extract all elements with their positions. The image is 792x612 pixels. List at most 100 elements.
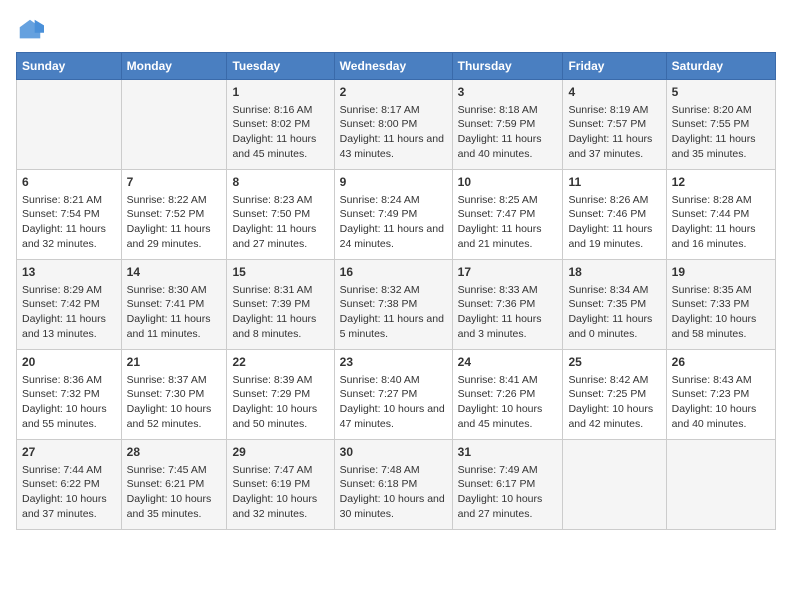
calendar-cell	[563, 440, 666, 530]
day-info: Sunrise: 8:35 AM Sunset: 7:33 PM Dayligh…	[672, 283, 770, 342]
day-info: Sunrise: 7:47 AM Sunset: 6:19 PM Dayligh…	[232, 463, 328, 522]
day-info: Sunrise: 8:39 AM Sunset: 7:29 PM Dayligh…	[232, 373, 328, 432]
day-info: Sunrise: 8:37 AM Sunset: 7:30 PM Dayligh…	[127, 373, 222, 432]
header-cell-sunday: Sunday	[17, 53, 122, 80]
day-info: Sunrise: 7:44 AM Sunset: 6:22 PM Dayligh…	[22, 463, 116, 522]
day-info: Sunrise: 8:22 AM Sunset: 7:52 PM Dayligh…	[127, 193, 222, 252]
calendar-cell: 22 Sunrise: 8:39 AM Sunset: 7:29 PM Dayli…	[227, 350, 334, 440]
calendar-cell: 14 Sunrise: 8:30 AM Sunset: 7:41 PM Dayli…	[121, 260, 227, 350]
calendar-header: SundayMondayTuesdayWednesdayThursdayFrid…	[17, 53, 776, 80]
calendar-cell: 29 Sunrise: 7:47 AM Sunset: 6:19 PM Dayli…	[227, 440, 334, 530]
day-info: Sunrise: 8:40 AM Sunset: 7:27 PM Dayligh…	[340, 373, 447, 432]
header-cell-wednesday: Wednesday	[334, 53, 452, 80]
day-info: Sunrise: 7:48 AM Sunset: 6:18 PM Dayligh…	[340, 463, 447, 522]
day-info: Sunrise: 8:16 AM Sunset: 8:02 PM Dayligh…	[232, 103, 328, 162]
calendar-cell: 10Sunrise: 8:25 AM Sunset: 7:47 PM Dayli…	[452, 170, 563, 260]
day-number: 30	[340, 444, 447, 461]
day-number: 14	[127, 264, 222, 281]
day-number: 22	[232, 354, 328, 371]
calendar-cell: 17 Sunrise: 8:33 AM Sunset: 7:36 PM Dayli…	[452, 260, 563, 350]
calendar-cell: 7 Sunrise: 8:22 AM Sunset: 7:52 PM Daylig…	[121, 170, 227, 260]
day-number: 8	[232, 174, 328, 191]
calendar-cell: 21 Sunrise: 8:37 AM Sunset: 7:30 PM Dayli…	[121, 350, 227, 440]
calendar-body: 1Sunrise: 8:16 AM Sunset: 8:02 PM Daylig…	[17, 80, 776, 530]
calendar-row-4: 27 Sunrise: 7:44 AM Sunset: 6:22 PM Dayli…	[17, 440, 776, 530]
day-number: 26	[672, 354, 770, 371]
day-number: 12	[672, 174, 770, 191]
day-info: Sunrise: 8:26 AM Sunset: 7:46 PM Dayligh…	[568, 193, 660, 252]
calendar-cell: 31Sunrise: 7:49 AM Sunset: 6:17 PM Dayli…	[452, 440, 563, 530]
day-info: Sunrise: 8:28 AM Sunset: 7:44 PM Dayligh…	[672, 193, 770, 252]
day-info: Sunrise: 8:41 AM Sunset: 7:26 PM Dayligh…	[458, 373, 558, 432]
day-info: Sunrise: 7:45 AM Sunset: 6:21 PM Dayligh…	[127, 463, 222, 522]
day-info: Sunrise: 8:30 AM Sunset: 7:41 PM Dayligh…	[127, 283, 222, 342]
day-info: Sunrise: 8:24 AM Sunset: 7:49 PM Dayligh…	[340, 193, 447, 252]
day-info: Sunrise: 8:29 AM Sunset: 7:42 PM Dayligh…	[22, 283, 116, 342]
day-info: Sunrise: 8:33 AM Sunset: 7:36 PM Dayligh…	[458, 283, 558, 342]
calendar-cell: 4 Sunrise: 8:19 AM Sunset: 7:57 PM Daylig…	[563, 80, 666, 170]
header-cell-friday: Friday	[563, 53, 666, 80]
day-number: 27	[22, 444, 116, 461]
header-row: SundayMondayTuesdayWednesdayThursdayFrid…	[17, 53, 776, 80]
day-number: 29	[232, 444, 328, 461]
calendar-cell: 12 Sunrise: 8:28 AM Sunset: 7:44 PM Dayli…	[666, 170, 775, 260]
calendar-row-3: 20 Sunrise: 8:36 AM Sunset: 7:32 PM Dayli…	[17, 350, 776, 440]
day-number: 3	[458, 84, 558, 101]
day-info: Sunrise: 8:34 AM Sunset: 7:35 PM Dayligh…	[568, 283, 660, 342]
day-info: Sunrise: 8:32 AM Sunset: 7:38 PM Dayligh…	[340, 283, 447, 342]
calendar-cell: 19Sunrise: 8:35 AM Sunset: 7:33 PM Dayli…	[666, 260, 775, 350]
day-number: 2	[340, 84, 447, 101]
day-number: 13	[22, 264, 116, 281]
calendar-cell: 30 Sunrise: 7:48 AM Sunset: 6:18 PM Dayli…	[334, 440, 452, 530]
calendar-cell: 18 Sunrise: 8:34 AM Sunset: 7:35 PM Dayli…	[563, 260, 666, 350]
day-number: 24	[458, 354, 558, 371]
calendar-cell: 20 Sunrise: 8:36 AM Sunset: 7:32 PM Dayli…	[17, 350, 122, 440]
day-number: 15	[232, 264, 328, 281]
calendar-cell: 15 Sunrise: 8:31 AM Sunset: 7:39 PM Dayli…	[227, 260, 334, 350]
logo-icon	[16, 16, 44, 44]
header-cell-thursday: Thursday	[452, 53, 563, 80]
calendar-cell: 9 Sunrise: 8:24 AM Sunset: 7:49 PM Daylig…	[334, 170, 452, 260]
day-info: Sunrise: 8:31 AM Sunset: 7:39 PM Dayligh…	[232, 283, 328, 342]
header-cell-saturday: Saturday	[666, 53, 775, 80]
calendar-cell	[121, 80, 227, 170]
calendar-cell: 13 Sunrise: 8:29 AM Sunset: 7:42 PM Dayli…	[17, 260, 122, 350]
calendar-cell: 11 Sunrise: 8:26 AM Sunset: 7:46 PM Dayli…	[563, 170, 666, 260]
day-info: Sunrise: 8:36 AM Sunset: 7:32 PM Dayligh…	[22, 373, 116, 432]
day-number: 9	[340, 174, 447, 191]
calendar-cell	[666, 440, 775, 530]
day-number: 4	[568, 84, 660, 101]
calendar-row-0: 1Sunrise: 8:16 AM Sunset: 8:02 PM Daylig…	[17, 80, 776, 170]
day-number: 11	[568, 174, 660, 191]
day-number: 18	[568, 264, 660, 281]
calendar-cell	[17, 80, 122, 170]
calendar-cell: 24 Sunrise: 8:41 AM Sunset: 7:26 PM Dayli…	[452, 350, 563, 440]
calendar-cell: 25 Sunrise: 8:42 AM Sunset: 7:25 PM Dayli…	[563, 350, 666, 440]
calendar-row-1: 6Sunrise: 8:21 AM Sunset: 7:54 PM Daylig…	[17, 170, 776, 260]
header-cell-monday: Monday	[121, 53, 227, 80]
day-number: 17	[458, 264, 558, 281]
calendar-table: SundayMondayTuesdayWednesdayThursdayFrid…	[16, 52, 776, 530]
calendar-cell: 6Sunrise: 8:21 AM Sunset: 7:54 PM Daylig…	[17, 170, 122, 260]
day-number: 20	[22, 354, 116, 371]
day-info: Sunrise: 8:23 AM Sunset: 7:50 PM Dayligh…	[232, 193, 328, 252]
calendar-cell: 2 Sunrise: 8:17 AM Sunset: 8:00 PM Daylig…	[334, 80, 452, 170]
day-number: 16	[340, 264, 447, 281]
day-number: 25	[568, 354, 660, 371]
calendar-cell: 26 Sunrise: 8:43 AM Sunset: 7:23 PM Dayli…	[666, 350, 775, 440]
logo	[16, 16, 48, 44]
calendar-cell: 5Sunrise: 8:20 AM Sunset: 7:55 PM Daylig…	[666, 80, 775, 170]
calendar-cell: 28Sunrise: 7:45 AM Sunset: 6:21 PM Dayli…	[121, 440, 227, 530]
calendar-row-2: 13 Sunrise: 8:29 AM Sunset: 7:42 PM Dayli…	[17, 260, 776, 350]
calendar-cell: 27 Sunrise: 7:44 AM Sunset: 6:22 PM Dayli…	[17, 440, 122, 530]
day-info: Sunrise: 8:17 AM Sunset: 8:00 PM Dayligh…	[340, 103, 447, 162]
calendar-cell: 8 Sunrise: 8:23 AM Sunset: 7:50 PM Daylig…	[227, 170, 334, 260]
day-number: 21	[127, 354, 222, 371]
calendar-cell: 16 Sunrise: 8:32 AM Sunset: 7:38 PM Dayli…	[334, 260, 452, 350]
page-header	[16, 16, 776, 44]
day-info: Sunrise: 8:42 AM Sunset: 7:25 PM Dayligh…	[568, 373, 660, 432]
calendar-cell: 3Sunrise: 8:18 AM Sunset: 7:59 PM Daylig…	[452, 80, 563, 170]
day-info: Sunrise: 8:43 AM Sunset: 7:23 PM Dayligh…	[672, 373, 770, 432]
day-info: Sunrise: 8:19 AM Sunset: 7:57 PM Dayligh…	[568, 103, 660, 162]
day-number: 7	[127, 174, 222, 191]
